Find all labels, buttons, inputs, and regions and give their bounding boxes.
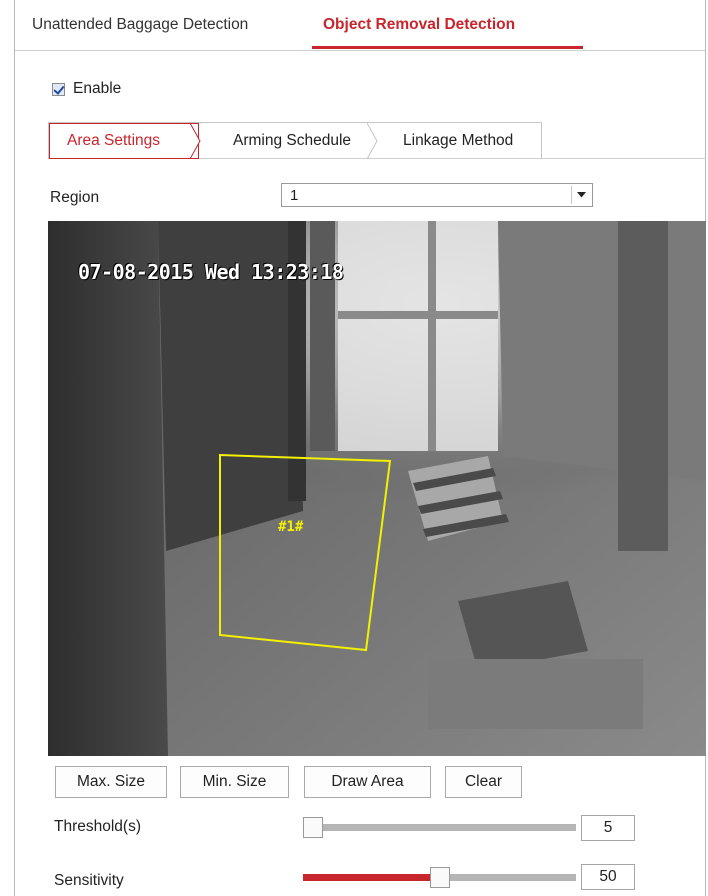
chevron-right-icon <box>367 123 378 159</box>
sensitivity-slider-handle[interactable] <box>429 867 450 888</box>
active-tab-indicator <box>312 46 583 49</box>
timestamp-overlay: 07-08-2015 Wed 13:23:18 <box>78 260 344 284</box>
region-select[interactable]: 1 <box>281 183 593 207</box>
detection-tabs: Unattended Baggage Detection Object Remo… <box>15 0 705 51</box>
area-label: #1# <box>278 519 304 535</box>
settings-tab-group: Area Settings Arming Schedule Linkage Me… <box>48 122 542 159</box>
region-label: Region <box>50 189 100 206</box>
sensitivity-value[interactable]: 50 <box>581 864 635 890</box>
threshold-slider[interactable] <box>303 817 576 838</box>
enable-label: Enable <box>73 80 122 97</box>
tab-arming-schedule[interactable]: Arming Schedule <box>233 132 351 150</box>
region-value: 1 <box>290 187 299 204</box>
threshold-slider-handle[interactable] <box>303 817 323 838</box>
draw-area-button[interactable]: Draw Area <box>304 766 431 798</box>
settings-tabs: Area Settings Arming Schedule Linkage Me… <box>48 122 706 159</box>
tab-area-settings[interactable]: Area Settings <box>67 132 160 150</box>
chevron-down-icon[interactable] <box>571 186 590 204</box>
sensitivity-label: Sensitivity <box>54 872 124 889</box>
threshold-value[interactable]: 5 <box>581 815 635 841</box>
max-size-button[interactable]: Max. Size <box>55 766 167 798</box>
chevron-right-icon <box>190 123 201 159</box>
threshold-label: Threshold(s) <box>54 818 141 835</box>
tab-unattended-baggage[interactable]: Unattended Baggage Detection <box>32 16 248 34</box>
sensitivity-fill <box>303 874 440 881</box>
min-size-button[interactable]: Min. Size <box>180 766 289 798</box>
enable-row[interactable]: Enable <box>52 80 121 98</box>
clear-button[interactable]: Clear <box>445 766 522 798</box>
sensitivity-slider[interactable] <box>303 867 576 888</box>
enable-checkbox[interactable] <box>52 82 65 96</box>
tab-object-removal[interactable]: Object Removal Detection <box>323 16 515 34</box>
video-preview[interactable]: 07-08-2015 Wed 13:23:18 #1# <box>48 221 706 756</box>
privacy-mask <box>428 659 643 729</box>
tab-linkage-method[interactable]: Linkage Method <box>403 132 513 150</box>
